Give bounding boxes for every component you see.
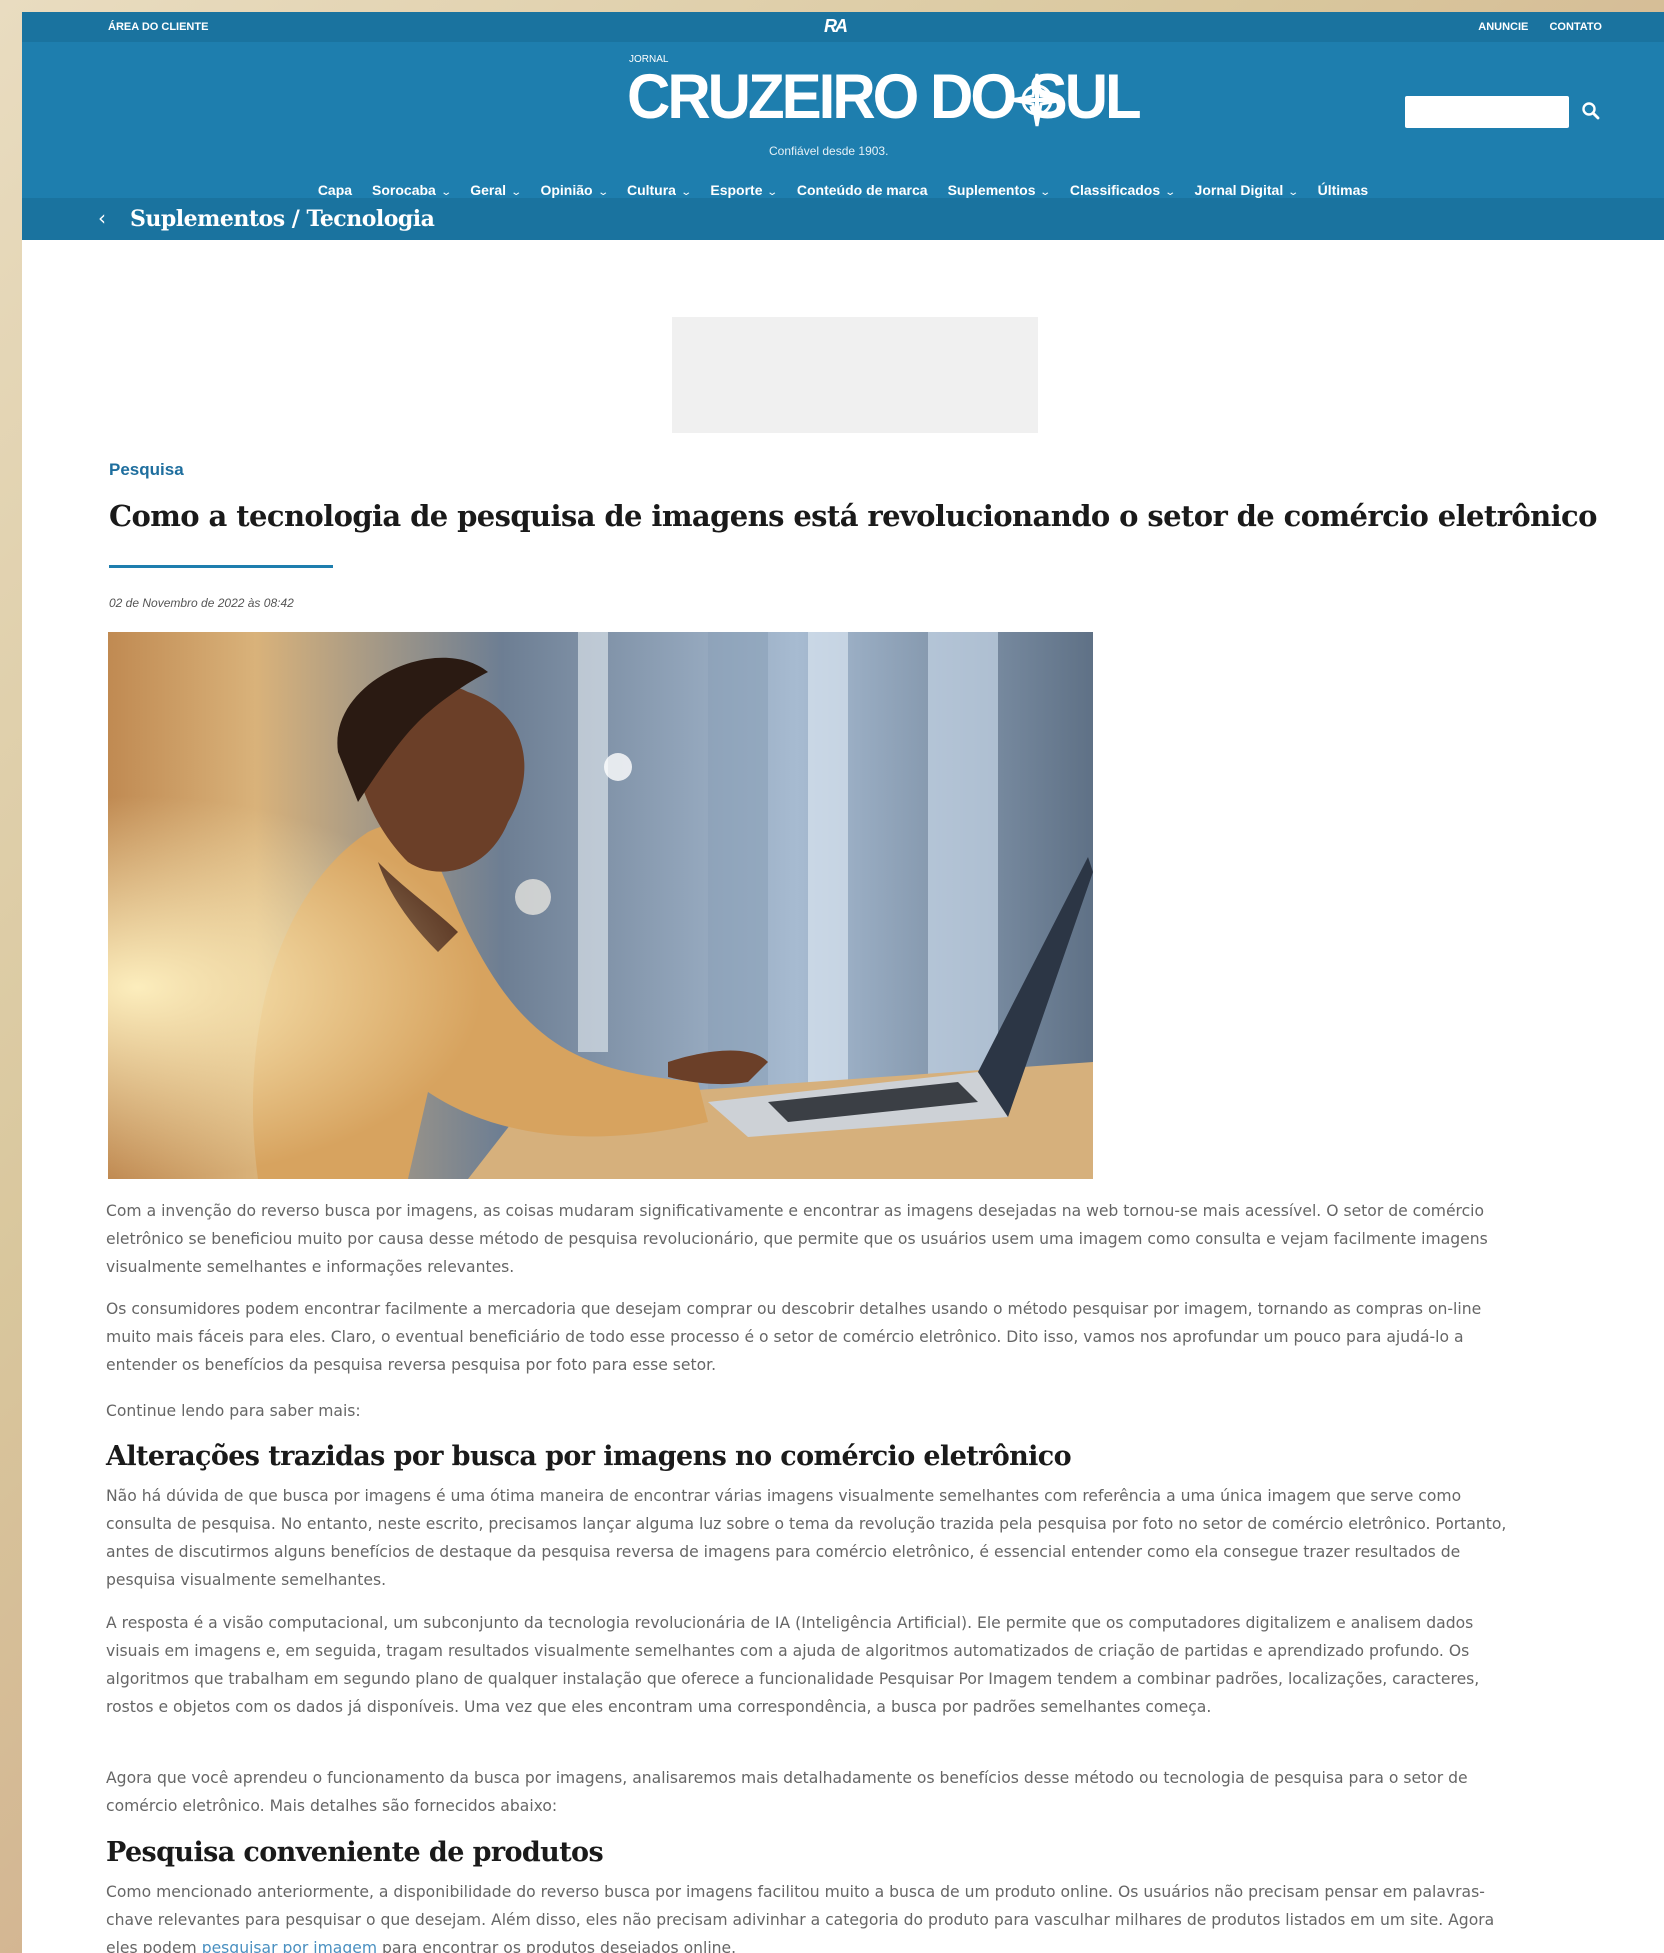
breadcrumb[interactable]: Suplementos / Tecnologia (130, 206, 435, 232)
chevron-down-icon: ⌄ (1287, 187, 1300, 198)
article-hero-image (108, 632, 1093, 1179)
nav-item-opinião[interactable]: Opinião ⌄ (540, 182, 609, 198)
section-heading-1: Alterações trazidas por busca por imagen… (106, 1441, 1072, 1472)
nav-item-geral[interactable]: Geral ⌄ (470, 182, 523, 198)
contact-link[interactable]: CONTATO (1549, 21, 1602, 33)
nav-item-label: Conteúdo de marca (796, 182, 928, 198)
article-paragraph-6: Agora que você aprendeu o funcionamento … (106, 1769, 1468, 1815)
nav-item-suplementos[interactable]: Suplementos ⌄ (947, 182, 1052, 198)
breadcrumb-bar: ‹ Suplementos / Tecnologia (22, 198, 1664, 240)
search-input[interactable] (1405, 96, 1569, 128)
chevron-down-icon: ⌄ (440, 187, 452, 198)
search-by-image-link[interactable]: pesquisar por imagem (202, 1939, 377, 1953)
chevron-left-icon[interactable]: ‹ (98, 206, 106, 230)
logo-star-icon (1010, 73, 1064, 127)
nav-item-sorocaba[interactable]: Sorocaba ⌄ (372, 182, 452, 198)
nav-item-cultura[interactable]: Cultura ⌄ (626, 182, 693, 198)
main-nav: Capa Sorocaba ⌄ Geral ⌄ Opinião ⌄ Cultura ⌄ Espor… (22, 182, 1664, 198)
nav-item-label: Classificados (1069, 182, 1161, 198)
top-bar: ÁREA DO CLIENTE RA ANUNCIE CONTATO (22, 12, 1664, 42)
top-links: ANUNCIE CONTATO (1460, 21, 1602, 33)
article-paragraph-7: Como mencionado anteriormente, a disponi… (106, 1878, 1526, 1953)
nav-item-label: Opinião (540, 182, 593, 198)
article-date: 02 de Novembro de 2022 às 08:42 (109, 596, 294, 610)
section-heading-2: Pesquisa conveniente de produtos (106, 1837, 604, 1868)
chevron-down-icon: ⌄ (1164, 187, 1177, 198)
nav-item-label: Cultura (626, 182, 676, 198)
nav-item-label: Capa (317, 182, 353, 198)
article-paragraph-5: A resposta é a visão computacional, um s… (106, 1614, 1480, 1716)
nav-item-label: Suplementos (947, 182, 1036, 198)
chevron-down-icon: ⌄ (680, 187, 693, 198)
nav-item-label: Geral (470, 182, 507, 198)
nav-item-label: Últimas (1317, 182, 1369, 198)
chevron-down-icon: ⌄ (766, 187, 779, 198)
nav-item-label: Esporte (710, 182, 763, 198)
search-icon[interactable] (1580, 100, 1602, 122)
site-tagline: Confiável desde 1903. (769, 144, 889, 158)
client-area-link[interactable]: ÁREA DO CLIENTE (108, 21, 208, 33)
nav-item-label: Jornal Digital (1194, 182, 1284, 198)
chevron-down-icon: ⌄ (510, 187, 523, 198)
title-divider (109, 565, 333, 568)
article-paragraph-4: Não há dúvida de que busca por imagens é… (106, 1487, 1507, 1589)
nav-item-label: Sorocaba (372, 182, 436, 198)
article-paragraph-1: Com a invenção do reverso busca por imag… (106, 1202, 1488, 1276)
chevron-down-icon: ⌄ (596, 187, 609, 198)
nav-item-jornal-digital[interactable]: Jornal Digital ⌄ (1194, 182, 1300, 198)
nav-item-conteúdo-de-marca[interactable]: Conteúdo de marca (797, 182, 928, 198)
article-paragraph-2: Os consumidores podem encontrar facilmen… (106, 1300, 1482, 1374)
nav-item-últimas[interactable]: Últimas (1318, 182, 1369, 198)
site-header: JORNAL CRUZEIRO DO SUL Confiável desde 1… (22, 42, 1664, 198)
article-paragraph-3: Continue lendo para saber mais: (106, 1402, 361, 1420)
paragraph-text: para encontrar os produtos desejados onl… (377, 1939, 737, 1953)
article-title: Como a tecnologia de pesquisa de imagens… (109, 499, 1597, 533)
nav-item-classificados[interactable]: Classificados ⌄ (1069, 182, 1177, 198)
article-category[interactable]: Pesquisa (109, 460, 184, 480)
page: ÁREA DO CLIENTE RA ANUNCIE CONTATO JORNA… (22, 12, 1664, 1953)
chevron-down-icon: ⌄ (1039, 187, 1052, 198)
ad-placeholder (672, 317, 1038, 433)
nav-item-esporte[interactable]: Esporte ⌄ (710, 182, 779, 198)
nav-item-capa[interactable]: Capa (318, 182, 352, 198)
brand-mark-icon[interactable]: RA (824, 16, 848, 37)
advertise-link[interactable]: ANUNCIE (1478, 21, 1528, 33)
